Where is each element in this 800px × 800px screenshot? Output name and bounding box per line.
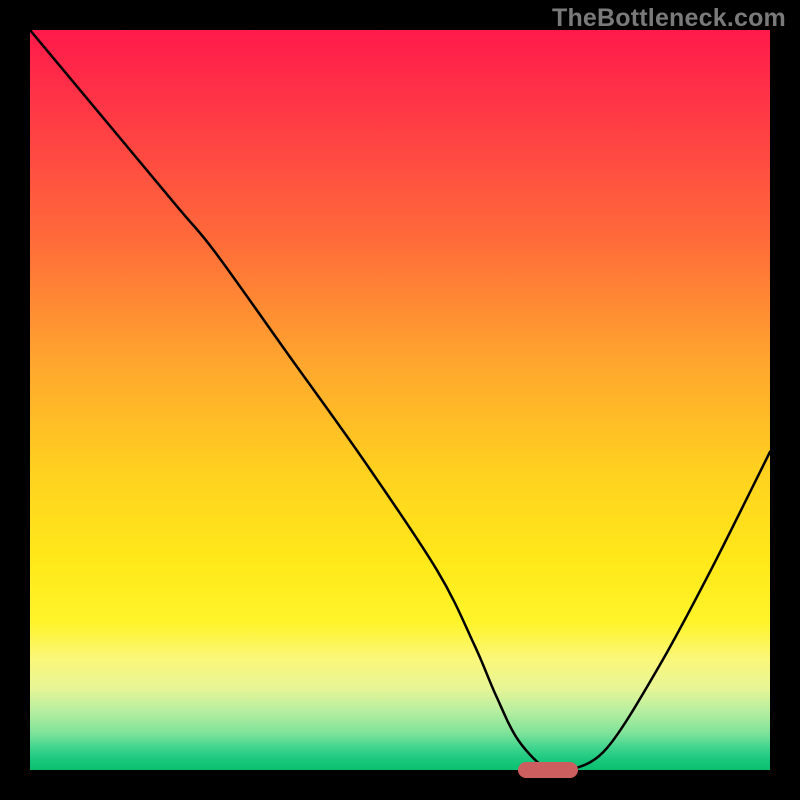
chart-frame: TheBottleneck.com <box>0 0 800 800</box>
watermark-text: TheBottleneck.com <box>552 4 786 33</box>
bottleneck-curve <box>30 30 770 770</box>
optimal-marker <box>518 762 577 778</box>
plot-area <box>30 30 770 770</box>
